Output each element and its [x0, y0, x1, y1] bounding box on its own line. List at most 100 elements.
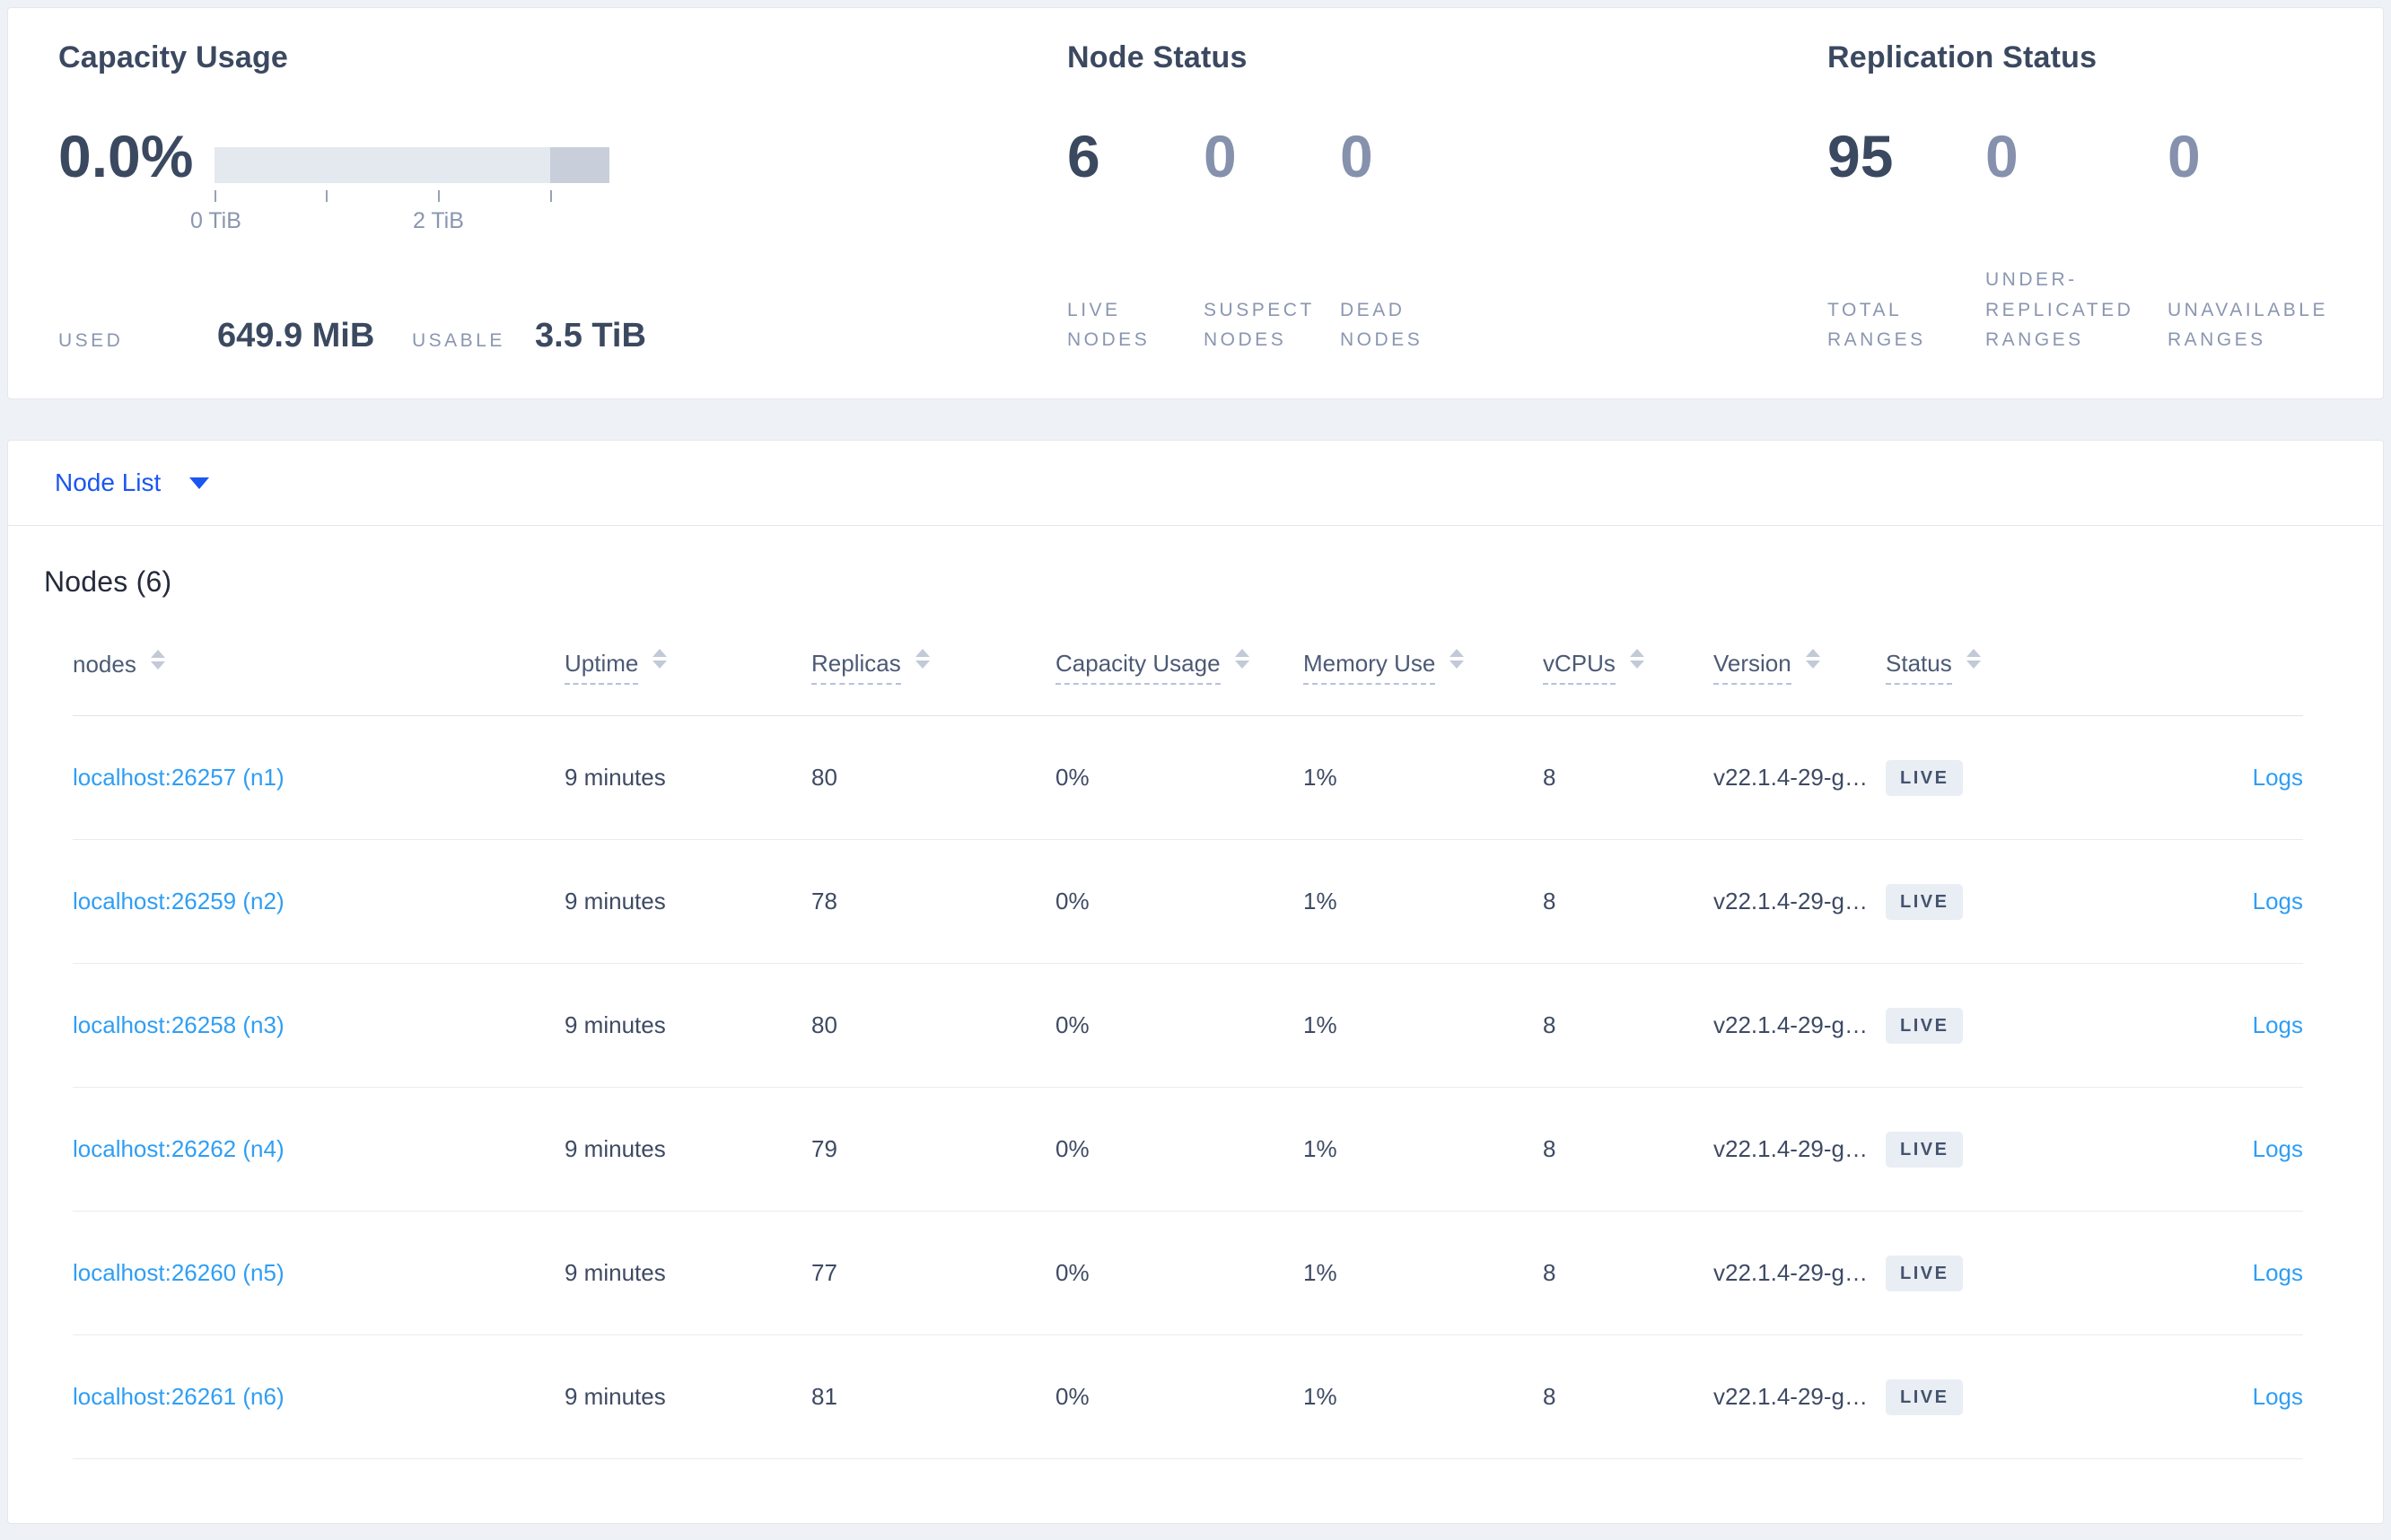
nodes-table: nodes Uptime Replicas Capacity Usage Mem… — [73, 624, 2303, 1459]
axis-tick — [215, 190, 217, 202]
node-link[interactable]: localhost:26257 (n1) — [73, 764, 285, 791]
capacity-usage-title: Capacity Usage — [58, 40, 289, 74]
uptime-cell: 9 minutes — [565, 1087, 811, 1212]
capacity-usage-section: Capacity Usage 0.0% 0 TiB 2 TiB USED 649… — [58, 40, 1067, 355]
sort-icon — [1966, 649, 1981, 669]
node-link[interactable]: localhost:26258 (n3) — [73, 1011, 285, 1038]
sort-icon — [1449, 649, 1464, 669]
vcpus-cell: 8 — [1543, 1087, 1713, 1212]
memory-use-cell: 1% — [1303, 715, 1543, 840]
column-header-version[interactable]: Version — [1713, 624, 1886, 716]
under-replicated-ranges-label: UNDER-REPLICATED RANGES — [1985, 269, 2134, 351]
axis-tick — [438, 190, 441, 202]
memory-use-cell: 1% — [1303, 1211, 1543, 1335]
sort-icon — [151, 650, 165, 669]
status-badge: LIVE — [1886, 1131, 1964, 1168]
replicas-cell: 80 — [811, 715, 1055, 840]
capacity-usage-cell: 0% — [1055, 839, 1303, 964]
version-cell: v22.1.4-29-g… — [1713, 1334, 1886, 1459]
table-row: localhost:26260 (n5) 9 minutes 77 0% 1% … — [73, 1211, 2303, 1335]
used-value: 649.9 MiB — [217, 317, 375, 354]
replicas-cell: 78 — [811, 839, 1055, 964]
table-row: localhost:26262 (n4) 9 minutes 79 0% 1% … — [73, 1087, 2303, 1212]
version-cell: v22.1.4-29-g… — [1713, 715, 1886, 840]
column-header-status-label: Status — [1886, 650, 1952, 685]
node-link[interactable]: localhost:26260 (n5) — [73, 1259, 285, 1286]
unavailable-ranges-stat: 0 UNAVAILABLE RANGES — [2168, 125, 2383, 355]
usable-label: USABLE — [412, 330, 505, 351]
capacity-used-usable-row: USED 649.9 MiB USABLE 3.5 TiB — [58, 317, 1067, 355]
capacity-usage-cell: 0% — [1055, 963, 1303, 1088]
memory-use-cell: 1% — [1303, 1087, 1543, 1212]
dead-nodes-value: 0 — [1340, 123, 1373, 189]
node-status-title: Node Status — [1067, 40, 1248, 74]
column-header-capacity-usage-label: Capacity Usage — [1055, 650, 1221, 685]
logs-link[interactable]: Logs — [2253, 1383, 2303, 1410]
capacity-bar — [215, 147, 610, 183]
memory-use-cell: 1% — [1303, 839, 1543, 964]
axis-tick — [550, 190, 553, 202]
column-header-memory-use[interactable]: Memory Use — [1303, 624, 1543, 716]
caret-down-icon — [189, 477, 210, 489]
capacity-usage-cell: 0% — [1055, 1211, 1303, 1335]
column-header-vcpus[interactable]: vCPUs — [1543, 624, 1713, 716]
status-cell: LIVE — [1886, 963, 2095, 1088]
table-row: localhost:26261 (n6) 9 minutes 81 0% 1% … — [73, 1334, 2303, 1459]
status-badge: LIVE — [1886, 1378, 1964, 1415]
node-link[interactable]: localhost:26262 (n4) — [73, 1135, 285, 1162]
column-header-status[interactable]: Status — [1886, 624, 2095, 716]
suspect-nodes-stat: 0 SUSPECT NODES — [1204, 123, 1340, 355]
replicas-cell: 77 — [811, 1211, 1055, 1335]
replication-status-section: Replication Status 95 TOTAL RANGES 0 UND… — [1827, 40, 2383, 355]
dead-nodes-label: DEAD NODES — [1340, 299, 1423, 351]
sort-icon — [1235, 649, 1249, 669]
column-header-memory-use-label: Memory Use — [1303, 650, 1436, 685]
table-header-row: nodes Uptime Replicas Capacity Usage Mem… — [73, 624, 2303, 716]
version-cell: v22.1.4-29-g… — [1713, 1211, 1886, 1335]
column-header-replicas-label: Replicas — [811, 650, 901, 685]
replicas-cell: 81 — [811, 1334, 1055, 1459]
logs-link[interactable]: Logs — [2253, 1011, 2303, 1038]
column-header-version-label: Version — [1713, 650, 1791, 685]
table-row: localhost:26259 (n2) 9 minutes 78 0% 1% … — [73, 839, 2303, 964]
column-header-nodes[interactable]: nodes — [73, 624, 565, 716]
logs-link[interactable]: Logs — [2253, 1259, 2303, 1286]
capacity-usage-cell: 0% — [1055, 1087, 1303, 1212]
axis-tick-label: 2 TiB — [412, 208, 464, 233]
sort-icon — [1806, 649, 1820, 669]
sort-icon — [652, 649, 667, 669]
status-badge: LIVE — [1886, 883, 1964, 920]
uptime-cell: 9 minutes — [565, 1334, 811, 1459]
column-header-nodes-label: nodes — [73, 651, 136, 678]
dead-nodes-stat: 0 DEAD NODES — [1340, 123, 1476, 355]
suspect-nodes-value: 0 — [1204, 123, 1237, 189]
capacity-usage-percent: 0.0% — [58, 123, 194, 189]
capacity-bar-dark-segment — [550, 147, 610, 183]
logs-link[interactable]: Logs — [2253, 764, 2303, 791]
node-link[interactable]: localhost:26261 (n6) — [73, 1383, 285, 1410]
logs-link[interactable]: Logs — [2253, 888, 2303, 914]
under-replicated-ranges-stat: 0 UNDER-REPLICATED RANGES — [1985, 125, 2168, 355]
version-cell: v22.1.4-29-g… — [1713, 1087, 1886, 1212]
column-header-vcpus-label: vCPUs — [1543, 650, 1616, 685]
column-header-uptime-label: Uptime — [565, 650, 639, 685]
status-cell: LIVE — [1886, 1334, 2095, 1459]
replicas-cell: 80 — [811, 963, 1055, 1088]
node-list-dropdown[interactable]: Node List — [55, 468, 210, 497]
column-header-uptime[interactable]: Uptime — [565, 624, 811, 716]
column-header-replicas[interactable]: Replicas — [811, 624, 1055, 716]
status-badge: LIVE — [1886, 759, 1964, 796]
table-row: localhost:26257 (n1) 9 minutes 80 0% 1% … — [73, 715, 2303, 840]
view-selector-bar: Node List — [7, 440, 2384, 525]
node-link[interactable]: localhost:26259 (n2) — [73, 888, 285, 914]
logs-link[interactable]: Logs — [2253, 1135, 2303, 1162]
replication-status-title: Replication Status — [1827, 40, 2098, 74]
axis-tick-label: 0 TiB — [189, 208, 241, 233]
nodes-table-title: Nodes (6) — [44, 565, 172, 598]
capacity-usage-bar-chart: 0 TiB 2 TiB — [190, 147, 610, 233]
suspect-nodes-label: SUSPECT NODES — [1204, 299, 1315, 351]
total-ranges-stat: 95 TOTAL RANGES — [1827, 125, 1985, 355]
column-header-capacity-usage[interactable]: Capacity Usage — [1055, 624, 1303, 716]
sort-icon — [915, 649, 930, 669]
column-header-logs — [2095, 624, 2303, 716]
